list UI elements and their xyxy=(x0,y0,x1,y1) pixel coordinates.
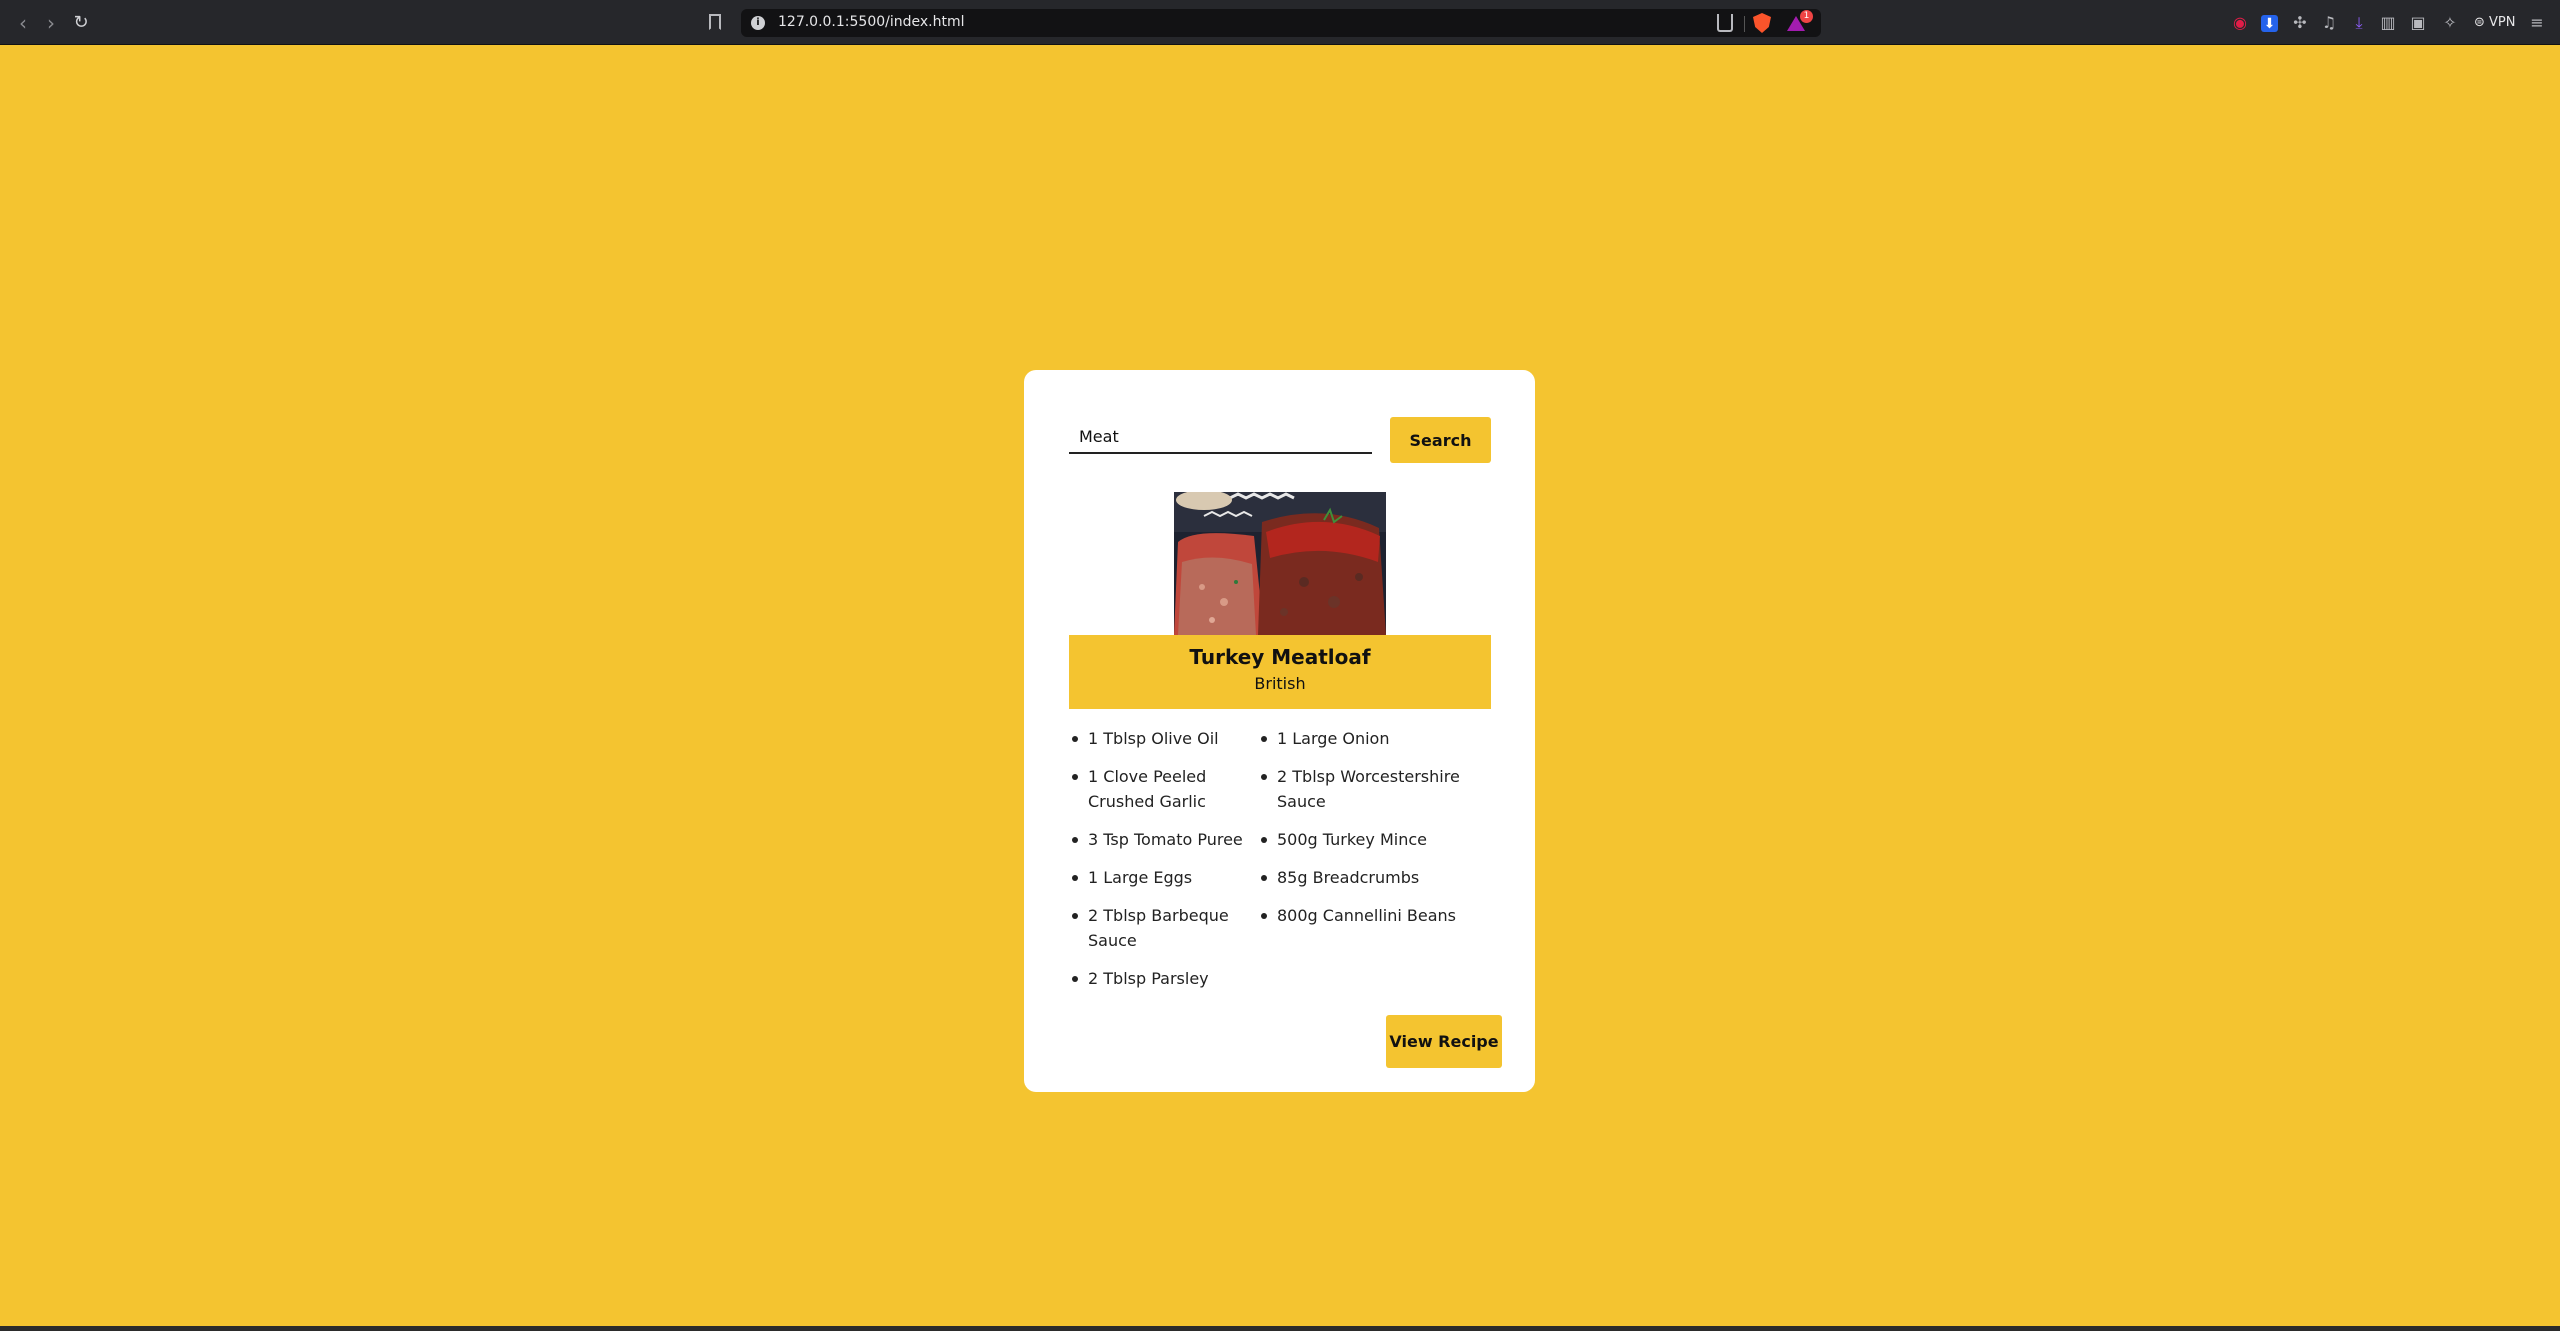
bookmark-icon[interactable] xyxy=(709,14,721,30)
view-recipe-button[interactable]: View Recipe xyxy=(1386,1015,1502,1068)
search-button[interactable]: Search xyxy=(1390,417,1491,463)
ingredient-item: 85g Breadcrumbs xyxy=(1261,865,1477,890)
site-info-icon[interactable]: i xyxy=(751,16,765,30)
sidebar-toggle-icon[interactable]: ▥ xyxy=(2378,13,2398,33)
forward-icon[interactable]: › xyxy=(40,12,62,34)
vpn-label: VPN xyxy=(2489,15,2516,30)
meal-image xyxy=(1174,492,1386,635)
ingredient-item: 2 Tblsp Worcestershire Sauce xyxy=(1261,764,1477,814)
reload-icon[interactable]: ↻ xyxy=(70,12,92,34)
rewards-badge: 1 xyxy=(1800,10,1813,23)
brave-shields-icon[interactable] xyxy=(1753,13,1771,33)
ingredients-list: 1 Tblsp Olive Oil 1 Clove Peeled Crushed… xyxy=(1072,726,1498,1004)
search-input[interactable] xyxy=(1069,420,1372,454)
share-icon[interactable] xyxy=(1717,14,1733,32)
back-icon[interactable]: ‹ xyxy=(12,12,34,34)
divider xyxy=(1744,16,1745,32)
browser-toolbar: ‹ › ↻ i 127.0.0.1:5500/index.html 1 ◉ ⬇ … xyxy=(0,0,2560,45)
ingredient-item: 1 Large Onion xyxy=(1261,726,1477,751)
ingredient-item: 800g Cannellini Beans xyxy=(1261,903,1477,953)
extensions-puzzle-icon[interactable]: ✣ xyxy=(2290,13,2310,33)
meal-card: Search xyxy=(1024,370,1535,1092)
download-manager-extension-icon[interactable]: ⬇ xyxy=(2261,15,2278,32)
meal-title-banner: Turkey Meatloaf British xyxy=(1069,635,1491,709)
ingredient-item: 1 Tblsp Olive Oil xyxy=(1072,726,1277,751)
page-background: Search xyxy=(0,45,2560,1328)
menu-icon[interactable]: ≡ xyxy=(2527,13,2547,33)
meal-area: British xyxy=(1254,674,1306,693)
ingredient-item: 3 Tsp Tomato Puree xyxy=(1072,827,1277,852)
ingredient-item: 1 Clove Peeled Crushed Garlic xyxy=(1072,764,1277,814)
vpn-button[interactable]: ⊜ VPN xyxy=(2474,15,2516,30)
ingredient-item: 1 Large Eggs xyxy=(1072,865,1277,890)
address-bar[interactable]: i 127.0.0.1:5500/index.html 1 xyxy=(741,9,1821,37)
wallet-icon[interactable]: ▣ xyxy=(2408,13,2428,33)
record-extension-icon[interactable]: ◉ xyxy=(2230,13,2250,33)
downloads-icon[interactable]: ⤓ xyxy=(2349,13,2369,33)
brave-rewards-icon[interactable]: 1 xyxy=(1787,10,1813,32)
window-bottom-edge xyxy=(0,1326,2560,1331)
meal-title: Turkey Meatloaf xyxy=(1189,645,1371,669)
ingredient-item: 500g Turkey Mince xyxy=(1261,827,1477,852)
address-url[interactable]: 127.0.0.1:5500/index.html xyxy=(778,14,965,30)
ingredient-item: 2 Tblsp Barbeque Sauce xyxy=(1072,903,1277,953)
leo-ai-icon[interactable]: ✧ xyxy=(2440,13,2460,33)
ingredient-item: 2 Tblsp Parsley xyxy=(1072,966,1277,991)
music-note-icon[interactable]: ♫ xyxy=(2319,13,2339,33)
